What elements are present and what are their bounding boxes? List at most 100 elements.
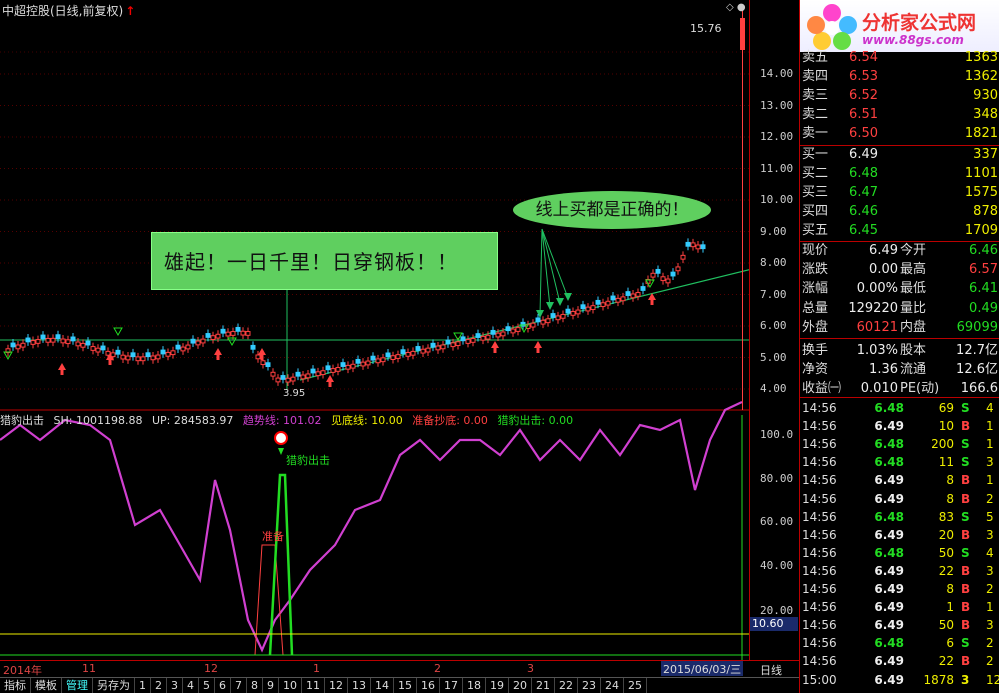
tick-row: 14:56 6.49 8 B 1 bbox=[802, 473, 994, 488]
order-book-row: 卖四 6.53 1362 bbox=[800, 68, 999, 86]
tab-page-5[interactable]: 5 bbox=[199, 678, 215, 693]
tick-row: 14:56 6.49 22 B 3 bbox=[802, 563, 994, 578]
bottom-tab-bar: 指标 模板 管理 另存为 1 2 3 4 5 6 7 8 9 10 11 12 13 14 15 16 17 18 19 20… bbox=[0, 677, 799, 693]
tab-page-21[interactable]: 21 bbox=[532, 678, 555, 693]
tab-page-12[interactable]: 12 bbox=[325, 678, 348, 693]
stat-row: 现价 6.49 今开 6.46 bbox=[802, 243, 998, 258]
tab-indicator[interactable]: 指标 bbox=[0, 678, 31, 693]
tab-page-24[interactable]: 24 bbox=[601, 678, 624, 693]
order-volume: 1363 bbox=[964, 50, 998, 65]
tab-page-3[interactable]: 3 bbox=[167, 678, 183, 693]
price-axis-label: 14.00 bbox=[760, 67, 794, 80]
date-label: 2 bbox=[434, 662, 441, 675]
tick-row: 14:56 6.49 1 B 1 bbox=[802, 600, 994, 615]
stat-row: 换手 1.03% 股本 12.7亿 bbox=[802, 343, 998, 358]
site-logo: 分析家公式网 www.88gs.com bbox=[800, 0, 999, 52]
tab-page-17[interactable]: 17 bbox=[440, 678, 463, 693]
order-book-row: 卖五 6.54 1363 bbox=[800, 49, 999, 67]
tick-row: 14:56 6.48 6 S 2 bbox=[802, 636, 994, 651]
tab-page-25[interactable]: 25 bbox=[624, 678, 647, 693]
tab-page-4[interactable]: 4 bbox=[183, 678, 199, 693]
indicator-trend: 趋势线: 101.02 bbox=[242, 414, 322, 427]
period-label[interactable]: 日线 bbox=[760, 662, 782, 678]
tab-manage[interactable]: 管理 bbox=[62, 678, 93, 693]
order-price: 6.52 bbox=[849, 88, 878, 103]
callout-surge: 雄起！一日千里！日穿钢板！！ bbox=[151, 232, 498, 290]
tab-page-15[interactable]: 15 bbox=[394, 678, 417, 693]
tab-page-19[interactable]: 19 bbox=[486, 678, 509, 693]
quote-panel: 分析家公式网 www.88gs.com 卖五 6.54 1363 卖四 6.53 1362… bbox=[799, 0, 999, 693]
order-label: 卖四 bbox=[802, 69, 829, 84]
chart-control-icon[interactable]: ◇ ● bbox=[726, 2, 746, 13]
indicator-axis-label: 20.00 bbox=[760, 604, 794, 617]
tab-page-13[interactable]: 13 bbox=[348, 678, 371, 693]
title-up-arrow-icon: ↑ bbox=[125, 4, 136, 18]
tab-page-6[interactable]: 6 bbox=[215, 678, 231, 693]
tick-row: 14:56 6.49 8 B 2 bbox=[802, 491, 994, 506]
tick-row: 14:56 6.49 8 B 2 bbox=[802, 582, 994, 596]
indicator-sh: SH: 1001198.88 bbox=[53, 414, 143, 427]
tab-page-20[interactable]: 20 bbox=[509, 678, 532, 693]
order-book-row: 买四 6.46 878 bbox=[800, 203, 999, 221]
order-volume: 337 bbox=[973, 147, 998, 162]
tick-row: 14:56 6.49 10 B 1 bbox=[802, 419, 994, 434]
date-label: 11 bbox=[82, 662, 96, 675]
price-axis-label: 5.00 bbox=[760, 350, 787, 364]
tab-page-23[interactable]: 23 bbox=[578, 678, 601, 693]
tab-page-10[interactable]: 10 bbox=[279, 678, 302, 693]
order-book-row: 卖二 6.51 348 bbox=[800, 106, 999, 124]
price-axis-label: 11.00 bbox=[760, 161, 794, 175]
logo-brand: 分析家公式网 bbox=[862, 12, 977, 34]
tick-row: 14:56 6.48 83 S 5 bbox=[802, 509, 994, 524]
tab-page-9[interactable]: 9 bbox=[263, 678, 279, 693]
tab-page-8[interactable]: 8 bbox=[247, 678, 263, 693]
order-price: 6.46 bbox=[849, 204, 878, 219]
order-volume: 1575 bbox=[964, 185, 998, 200]
kline-chart-area[interactable]: 中超控股(日线,前复权) ↑ 15.76 ◇ ● 3.95 雄起！一日千里！日穿钢… bbox=[0, 0, 749, 660]
order-price: 6.51 bbox=[849, 107, 878, 122]
price-axis-label: 13.00 bbox=[760, 98, 794, 112]
stat-row: 涨跌 0.00 最高 6.57 bbox=[802, 262, 998, 278]
order-book-row: 买五 6.45 1709 bbox=[800, 222, 999, 240]
indicator-axis-label: 100.0 bbox=[760, 428, 794, 441]
indicator-name: 猎豹出击 bbox=[0, 414, 44, 427]
order-label: 买二 bbox=[802, 166, 829, 181]
order-price: 6.50 bbox=[849, 126, 878, 141]
tab-page-22[interactable]: 22 bbox=[555, 678, 578, 693]
tick-row: 14:56 6.49 50 B 3 bbox=[802, 618, 994, 633]
tab-save-as[interactable]: 另存为 bbox=[93, 678, 135, 693]
indicator-ready: 准备抄底: 0.00 bbox=[412, 414, 488, 427]
tab-page-2[interactable]: 2 bbox=[151, 678, 167, 693]
tab-page-14[interactable]: 14 bbox=[371, 678, 394, 693]
order-book-row: 买二 6.48 1101 bbox=[800, 165, 999, 183]
indicator-up: UP: 284583.97 bbox=[151, 414, 234, 427]
date-label: 12 bbox=[204, 662, 218, 675]
stat-row: 总量 129220 量比 0.49 bbox=[802, 300, 998, 316]
order-price: 6.53 bbox=[849, 69, 878, 84]
attack-signal-icon bbox=[274, 431, 288, 445]
order-book-row: 卖一 6.50 1821 bbox=[800, 125, 999, 143]
order-volume: 1709 bbox=[964, 223, 998, 238]
tab-template[interactable]: 模板 bbox=[31, 678, 62, 693]
tab-page-16[interactable]: 16 bbox=[417, 678, 440, 693]
indicator-current-value: 10.60 bbox=[750, 617, 798, 631]
price-axis-label: 8.00 bbox=[760, 256, 787, 269]
stat-row: 收益㈠ 0.010 PE(动) 166.6 bbox=[802, 381, 998, 397]
order-price: 6.45 bbox=[849, 223, 878, 238]
indicator-axis-label: 60.00 bbox=[760, 515, 794, 528]
tab-page-11[interactable]: 11 bbox=[302, 678, 325, 693]
price-axis-label: 7.00 bbox=[760, 287, 787, 301]
order-volume: 348 bbox=[973, 107, 998, 122]
tab-page-7[interactable]: 7 bbox=[231, 678, 247, 693]
tab-page-18[interactable]: 18 bbox=[463, 678, 486, 693]
order-price: 6.48 bbox=[849, 166, 878, 181]
logo-url: www.88gs.com bbox=[862, 33, 964, 47]
tab-page-1[interactable]: 1 bbox=[135, 678, 151, 693]
order-book-row: 买一 6.49 337 bbox=[800, 146, 999, 164]
order-label: 买四 bbox=[802, 204, 829, 219]
chart-title-text: 中超控股(日线,前复权) bbox=[2, 4, 124, 18]
tick-row: 14:56 6.48 11 S 3 bbox=[802, 455, 994, 470]
indicator-attack: 猎豹出击: 0.00 bbox=[497, 414, 574, 427]
price-axis-label: 12.00 bbox=[760, 130, 794, 143]
low-price-label: 3.95 bbox=[283, 388, 306, 399]
